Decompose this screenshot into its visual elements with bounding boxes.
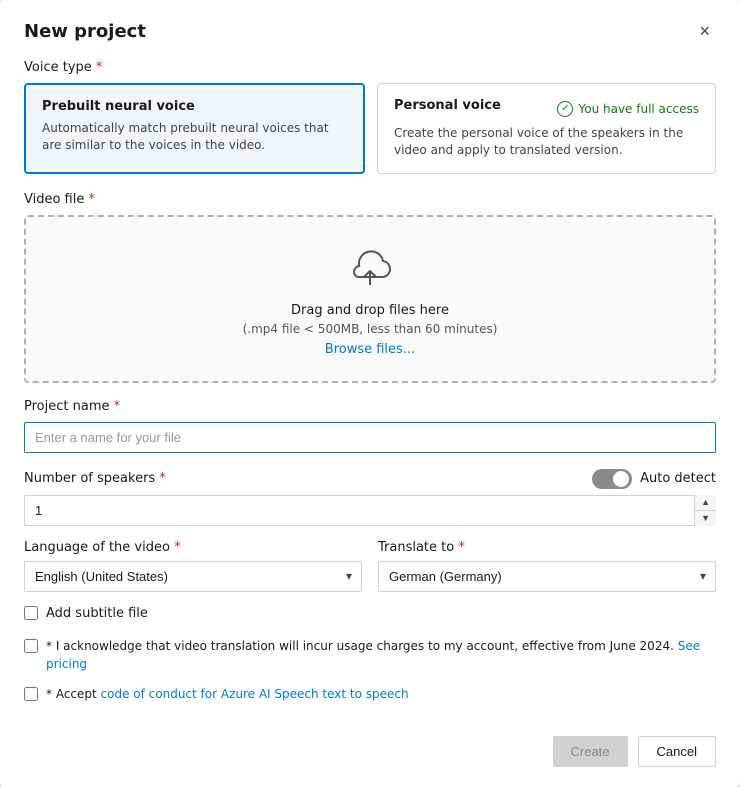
code-of-conduct-checkbox[interactable]	[24, 687, 38, 701]
personal-voice-header: Personal voice ✓ You have full access	[394, 98, 699, 119]
language-group: Language of the video * English (United …	[24, 540, 362, 592]
spinner-up-button[interactable]: ▲	[695, 495, 716, 511]
check-circle-icon: ✓	[557, 101, 573, 117]
acknowledgement-row: * I acknowledge that video translation w…	[24, 637, 716, 673]
personal-voice-desc: Create the personal voice of the speaker…	[394, 125, 699, 159]
speakers-section: Number of speakers * Auto detect ▲ ▼	[24, 469, 716, 526]
acknowledgement-text: * I acknowledge that video translation w…	[46, 637, 716, 673]
dialog-header: New project ×	[24, 20, 716, 42]
language-select-wrapper: English (United States) English (United …	[24, 561, 362, 592]
auto-detect-toggle[interactable]	[592, 469, 632, 489]
project-name-label: Project name *	[24, 399, 716, 414]
full-access-badge: ✓ You have full access	[557, 101, 699, 117]
toggle-thumb	[613, 471, 629, 487]
voice-type-row: Prebuilt neural voice Automatically matc…	[24, 83, 716, 174]
code-of-conduct-link[interactable]: code of conduct for Azure AI Speech text…	[101, 687, 409, 701]
acknowledgement-checkbox[interactable]	[24, 639, 38, 653]
auto-detect-row: Auto detect	[592, 469, 716, 489]
project-name-section: Project name *	[24, 399, 716, 453]
subtitle-label: Add subtitle file	[46, 606, 148, 621]
prebuilt-voice-title: Prebuilt neural voice	[42, 99, 347, 114]
create-button[interactable]: Create	[553, 736, 628, 767]
speakers-spinner-wrapper: ▲ ▼	[24, 495, 716, 526]
dialog-footer: Create Cancel	[24, 726, 716, 767]
speakers-label: Number of speakers *	[24, 471, 166, 486]
drop-area[interactable]: Drag and drop files here (.mp4 file < 50…	[24, 215, 716, 383]
voice-type-label: Voice type *	[24, 60, 716, 75]
voice-card-personal[interactable]: Personal voice ✓ You have full access Cr…	[377, 83, 716, 174]
upload-cloud-icon	[346, 249, 394, 289]
code-of-conduct-text: * Accept code of conduct for Azure AI Sp…	[46, 685, 716, 703]
subtitle-row: Add subtitle file	[24, 606, 716, 621]
project-name-input[interactable]	[24, 422, 716, 453]
new-project-dialog: New project × Voice type * Prebuilt neur…	[0, 0, 740, 787]
subtitle-checkbox[interactable]	[24, 606, 38, 620]
voice-card-prebuilt[interactable]: Prebuilt neural voice Automatically matc…	[24, 83, 365, 174]
translate-to-label: Translate to *	[378, 540, 716, 555]
speakers-header: Number of speakers * Auto detect	[24, 469, 716, 489]
language-label: Language of the video *	[24, 540, 362, 555]
cancel-button[interactable]: Cancel	[638, 736, 716, 767]
translate-to-select[interactable]: German (Germany) French (France) Spanish…	[378, 561, 716, 592]
translate-to-select-wrapper: German (Germany) French (France) Spanish…	[378, 561, 716, 592]
browse-files-link[interactable]: Browse files...	[325, 342, 415, 357]
code-of-conduct-row: * Accept code of conduct for Azure AI Sp…	[24, 685, 716, 703]
auto-detect-label: Auto detect	[640, 471, 716, 486]
drop-sub-text: (.mp4 file < 500MB, less than 60 minutes…	[243, 322, 498, 336]
upload-icon-wrap	[346, 249, 394, 293]
language-select[interactable]: English (United States) English (United …	[24, 561, 362, 592]
close-button[interactable]: ×	[693, 20, 716, 42]
personal-voice-title: Personal voice	[394, 98, 501, 113]
speakers-input[interactable]	[24, 495, 716, 526]
prebuilt-voice-desc: Automatically match prebuilt neural voic…	[42, 120, 347, 154]
language-row: Language of the video * English (United …	[24, 540, 716, 592]
video-file-label: Video file *	[24, 192, 716, 207]
drop-main-text: Drag and drop files here	[291, 303, 449, 318]
spinner-down-button[interactable]: ▼	[695, 511, 716, 526]
translate-to-group: Translate to * German (Germany) French (…	[378, 540, 716, 592]
spinner-buttons: ▲ ▼	[694, 495, 716, 526]
video-file-section: Video file * Drag and drop files here (.…	[24, 192, 716, 383]
dialog-title: New project	[24, 21, 146, 42]
